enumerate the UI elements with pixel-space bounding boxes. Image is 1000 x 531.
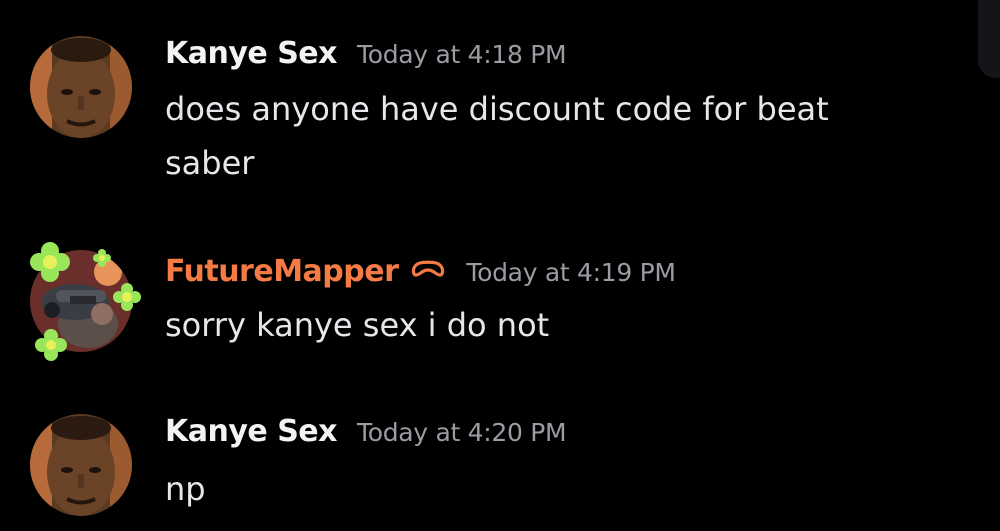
message-text: np [165, 470, 206, 508]
username[interactable]: Kanye Sex [165, 36, 338, 71]
headset-badge-icon[interactable] [410, 257, 446, 281]
user-avatar[interactable] [30, 414, 132, 516]
flower-decoration-icon [113, 283, 141, 311]
flower-decoration-icon [93, 249, 111, 267]
timestamp: Today at 4:19 PM [466, 258, 676, 287]
flower-decoration-icon [35, 329, 67, 361]
scroll-edge[interactable] [978, 0, 1000, 78]
message-text: does anyone have discount code for beat … [165, 90, 829, 182]
message-text: sorry kanye sex i do not [165, 306, 550, 344]
flower-decoration-icon [30, 242, 70, 282]
chat-message-list: Kanye Sex Today at 4:18 PM does anyone h… [0, 0, 1000, 531]
user-avatar-photo-icon [30, 36, 132, 138]
username[interactable]: Kanye Sex [165, 414, 338, 449]
username[interactable]: FutureMapper [165, 254, 399, 289]
timestamp: Today at 4:20 PM [357, 418, 567, 447]
user-avatar-photo-icon [30, 414, 132, 516]
timestamp: Today at 4:18 PM [357, 40, 567, 69]
user-avatar[interactable] [30, 36, 132, 138]
